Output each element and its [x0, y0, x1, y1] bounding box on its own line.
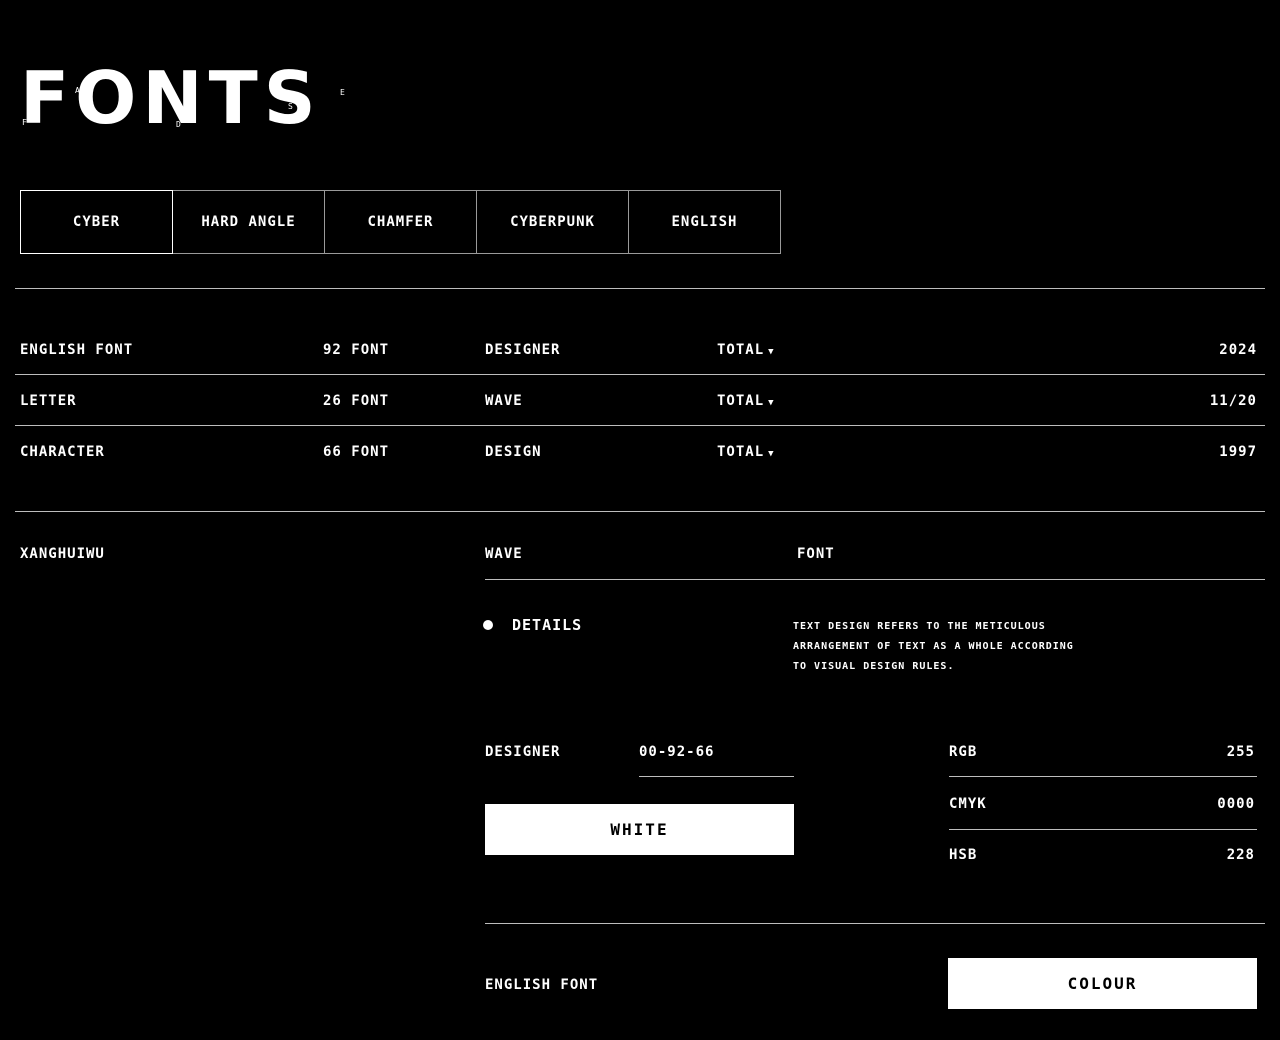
stat-value: 1997 — [1219, 444, 1257, 460]
bullet-dot-icon — [483, 620, 493, 630]
designer-label: DESIGNER — [485, 744, 561, 760]
divider — [639, 776, 794, 777]
white-button[interactable]: WHITE — [485, 804, 794, 855]
divider — [949, 776, 1257, 777]
stat-label: LETTER — [20, 393, 77, 409]
title-mark: R — [226, 84, 232, 93]
description-line: TEXT DESIGN REFERS TO THE METICULOUS — [793, 621, 1046, 632]
divider — [949, 829, 1257, 830]
tab-cyberpunk[interactable]: CYBERPUNK — [476, 190, 629, 254]
spec-value: 228 — [1226, 847, 1255, 863]
spec-value: 0000 — [1217, 796, 1255, 812]
font-category-tabs: CYBER HARD ANGLE CHAMFER CYBERPUNK ENGLI… — [20, 190, 781, 254]
divider — [485, 579, 1265, 580]
stat-label: CHARACTER — [20, 444, 105, 460]
total-dropdown[interactable]: TOTAL ▼ — [717, 444, 775, 460]
font-label: FONT — [797, 546, 835, 562]
spec-label: RGB — [949, 744, 978, 760]
spec-label: CMYK — [949, 796, 987, 812]
author-name: XANGHUIWU — [20, 546, 105, 562]
total-label: TOTAL — [717, 444, 765, 460]
wave-label: WAVE — [485, 546, 523, 562]
stat-name: WAVE — [485, 393, 523, 409]
title-mark: S — [288, 102, 294, 111]
stat-count: 92 FONT — [323, 342, 390, 358]
total-label: TOTAL — [717, 393, 765, 409]
details-label: DETAILS — [512, 616, 583, 634]
total-dropdown[interactable]: TOTAL ▼ — [717, 342, 775, 358]
footer-label: ENGLISH FONT — [485, 977, 599, 993]
tab-chamfer[interactable]: CHAMFER — [324, 190, 477, 254]
divider — [485, 923, 1265, 924]
divider — [15, 374, 1265, 375]
stat-value: 11/20 — [1209, 393, 1257, 409]
tab-cyber[interactable]: CYBER — [20, 190, 173, 254]
caret-down-icon: ▼ — [768, 347, 775, 357]
total-dropdown[interactable]: TOTAL ▼ — [717, 393, 775, 409]
colour-button[interactable]: COLOUR — [948, 958, 1257, 1009]
designer-code: 00-92-66 — [639, 744, 715, 760]
title-mark: E — [340, 88, 346, 97]
spec-label: HSB — [949, 847, 978, 863]
description-line: TO VISUAL DESIGN RULES. — [793, 661, 955, 672]
caret-down-icon: ▼ — [768, 398, 775, 408]
title-mark: B — [125, 104, 131, 113]
stat-count: 66 FONT — [323, 444, 390, 460]
stat-name: DESIGNER — [485, 342, 561, 358]
description-line: ARRANGEMENT OF TEXT AS A WHOLE ACCORDING — [793, 641, 1074, 652]
divider — [15, 511, 1265, 512]
spec-value: 255 — [1226, 744, 1255, 760]
tab-hard-angle[interactable]: HARD ANGLE — [172, 190, 325, 254]
title-mark: A — [75, 86, 81, 95]
stat-name: DESIGN — [485, 444, 542, 460]
total-label: TOTAL — [717, 342, 765, 358]
divider — [15, 425, 1265, 426]
stat-value: 2024 — [1219, 342, 1257, 358]
title-mark: F — [22, 118, 28, 127]
title-mark: D — [176, 120, 182, 129]
page-title: FONTS — [20, 56, 322, 140]
tab-english[interactable]: ENGLISH — [628, 190, 781, 254]
caret-down-icon: ▼ — [768, 449, 775, 459]
stat-count: 26 FONT — [323, 393, 390, 409]
divider — [15, 288, 1265, 289]
stat-label: ENGLISH FONT — [20, 342, 134, 358]
description: TEXT DESIGN REFERS TO THE METICULOUS ARR… — [793, 617, 1074, 677]
